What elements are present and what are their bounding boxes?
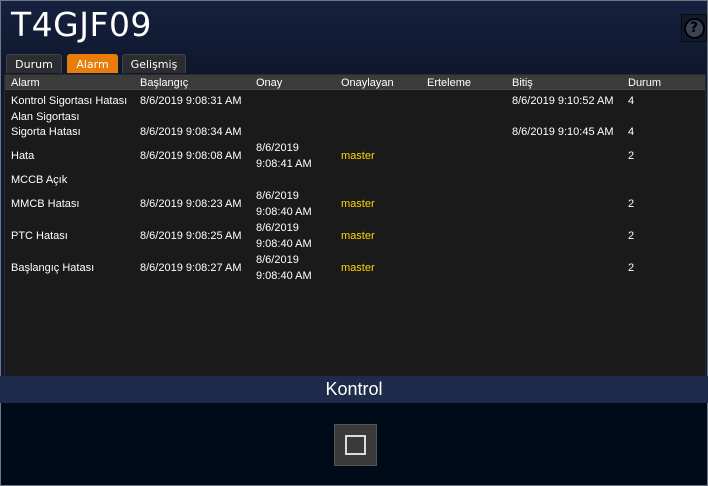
- cell-acked-by: master: [341, 150, 375, 162]
- cell-ack-time: 9:08:40 AM: [256, 206, 312, 218]
- tab-durum[interactable]: Durum: [6, 54, 62, 73]
- column-header-acked-by[interactable]: Onaylayan: [341, 76, 394, 90]
- page-title: T4GJF09: [11, 5, 152, 44]
- cell-status: 4: [628, 126, 635, 138]
- checkbox-icon: [345, 435, 366, 455]
- cell-alarm: MCCB Açık: [11, 174, 68, 186]
- cell-alarm: Başlangıç Hatası: [11, 262, 95, 274]
- help-icon: ?: [683, 17, 705, 39]
- cell-acked-by: master: [341, 230, 375, 242]
- cell-status: 2: [628, 262, 635, 274]
- cell-status: 4: [628, 95, 635, 107]
- cell-start: 8/6/2019 9:08:34 AM: [140, 126, 242, 138]
- tab-gelismis[interactable]: Gelişmiş: [122, 54, 186, 73]
- cell-alarm: Hata: [11, 150, 35, 162]
- cell-alarm: Sigorta Hatası: [11, 126, 81, 138]
- table-header: Alarm Başlangıç Onay Onaylayan Erteleme …: [5, 75, 705, 90]
- cell-status: 2: [628, 198, 635, 210]
- cell-acked-by: master: [341, 198, 375, 210]
- column-header-status[interactable]: Durum: [628, 76, 661, 90]
- cell-ack-date: 8/6/2019: [256, 254, 299, 266]
- cell-ack-date: 8/6/2019: [256, 142, 299, 154]
- cell-alarm: Kontrol Sigortası Hatası: [11, 95, 128, 107]
- tab-alarm[interactable]: Alarm: [67, 54, 118, 73]
- cell-start: 8/6/2019 9:08:25 AM: [140, 230, 242, 242]
- cell-acked-by: master: [341, 262, 375, 274]
- column-header-snooze[interactable]: Erteleme: [427, 76, 471, 90]
- cell-start: 8/6/2019 9:08:31 AM: [140, 95, 242, 107]
- cell-alarm: MMCB Hatası: [11, 198, 80, 210]
- cell-alarm: PTC Hatası: [11, 230, 68, 242]
- cell-start: 8/6/2019 9:08:23 AM: [140, 198, 242, 210]
- cell-end: 8/6/2019 9:10:45 AM: [512, 126, 614, 138]
- help-button[interactable]: ?: [681, 14, 707, 42]
- column-header-end[interactable]: Bitiş: [512, 76, 533, 90]
- control-title: Kontrol: [325, 379, 383, 399]
- control-header: Kontrol: [0, 376, 708, 403]
- column-header-start[interactable]: Başlangıç: [140, 76, 188, 90]
- cell-alarm: Alan Sigortası: [11, 111, 80, 123]
- cell-ack-time: 9:08:40 AM: [256, 238, 312, 250]
- column-header-ack[interactable]: Onay: [256, 76, 282, 90]
- alarm-table: Alarm Başlangıç Onay Onaylayan Erteleme …: [4, 74, 706, 378]
- cell-status: 2: [628, 150, 635, 162]
- cell-start: 8/6/2019 9:08:27 AM: [140, 262, 242, 274]
- cell-status: 2: [628, 230, 635, 242]
- cell-ack-time: 9:08:40 AM: [256, 270, 312, 282]
- cell-ack-time: 9:08:41 AM: [256, 158, 312, 170]
- column-header-alarm[interactable]: Alarm: [11, 76, 40, 90]
- cell-start: 8/6/2019 9:08:08 AM: [140, 150, 242, 162]
- control-checkbox-button[interactable]: [334, 424, 377, 466]
- cell-end: 8/6/2019 9:10:52 AM: [512, 95, 614, 107]
- cell-ack-date: 8/6/2019: [256, 190, 299, 202]
- cell-ack-date: 8/6/2019: [256, 222, 299, 234]
